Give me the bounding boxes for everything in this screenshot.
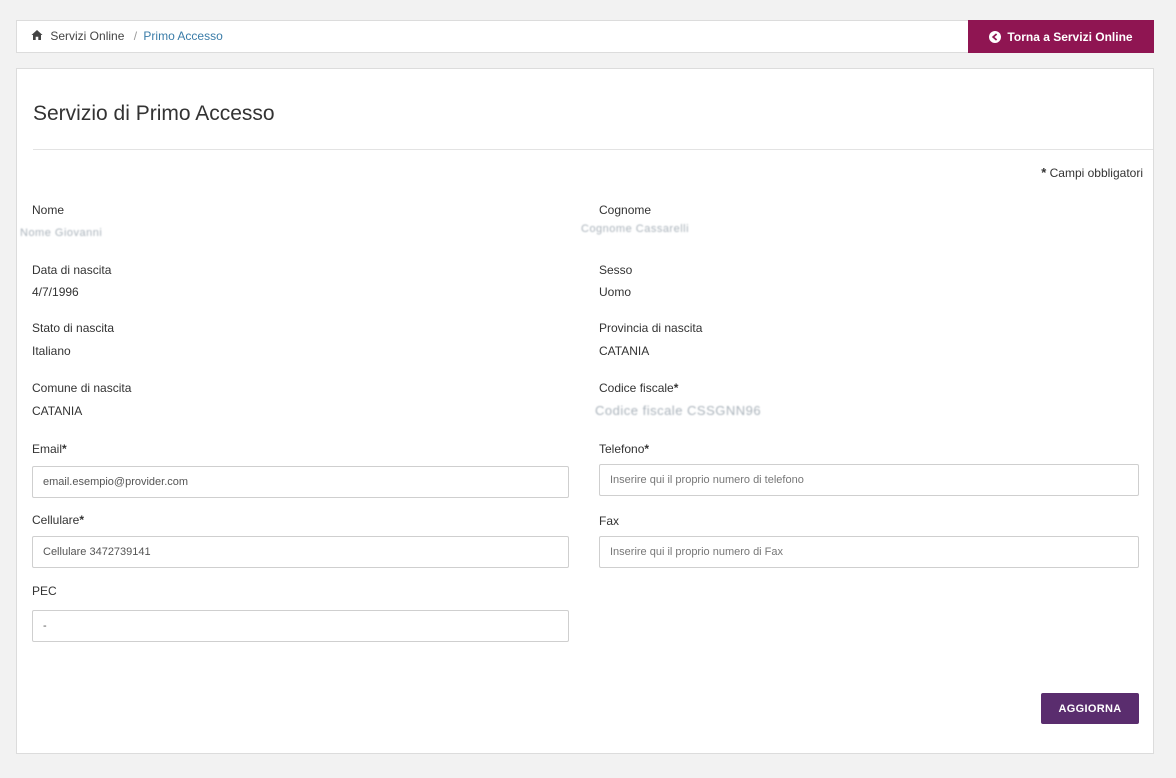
required-fields-note: * Campi obbligatori: [1041, 165, 1143, 180]
breadcrumb-home-link[interactable]: Servizi Online: [50, 29, 124, 43]
cellulare-label-text: Cellulare: [32, 513, 80, 527]
telefono-required-star: *: [644, 442, 650, 456]
telefono-label: Telefono*: [599, 442, 649, 456]
stato-nascita-value: Italiano: [32, 344, 71, 358]
breadcrumb: Servizi Online / Primo Accesso: [31, 21, 223, 52]
data-nascita-value: 4/7/1996: [32, 285, 79, 299]
sesso-value: Uomo: [599, 285, 632, 299]
codice-fiscale-required-star: *: [673, 381, 679, 395]
pec-label: PEC: [32, 584, 57, 598]
title-divider: [33, 149, 1153, 150]
arrow-circle-left-icon: [989, 30, 1002, 43]
email-label-text: Email: [32, 442, 63, 456]
fax-field[interactable]: [599, 536, 1139, 568]
required-note-text: Campi obbligatori: [1049, 166, 1143, 180]
provincia-nascita-value: CATANIA: [599, 344, 650, 358]
codice-fiscale-label: Codice fiscale*: [599, 381, 678, 395]
comune-nascita-label: Comune di nascita: [32, 381, 132, 395]
cellulare-field[interactable]: [32, 536, 569, 568]
update-button[interactable]: AGGIORNA: [1041, 693, 1139, 724]
comune-nascita-value: CATANIA: [32, 404, 83, 418]
cognome-label: Cognome: [599, 203, 652, 217]
codice-fiscale-label-text: Codice fiscale: [599, 381, 674, 395]
breadcrumb-separator: /: [133, 29, 138, 43]
page-title: Servizio di Primo Accesso: [33, 102, 275, 125]
home-icon: [31, 30, 43, 40]
fax-label: Fax: [599, 514, 620, 528]
cellulare-required-star: *: [79, 513, 85, 527]
telefono-field[interactable]: [599, 464, 1139, 496]
provincia-nascita-label: Provincia di nascita: [599, 321, 703, 335]
telefono-label-text: Telefono: [599, 442, 645, 456]
email-label: Email*: [32, 442, 67, 456]
email-required-star: *: [62, 442, 67, 456]
main-panel: Servizio di Primo Accesso * Campi obblig…: [16, 68, 1154, 754]
nome-label: Nome: [32, 203, 65, 217]
data-nascita-label: Data di nascita: [32, 263, 112, 277]
nome-value: Nome Giovanni: [20, 227, 103, 239]
codice-fiscale-value: Codice fiscale CSSGNN96: [595, 403, 762, 418]
back-to-online-services-button[interactable]: Torna a Servizi Online: [968, 20, 1154, 53]
cognome-value: Cognome Cassarelli: [581, 223, 690, 235]
sesso-label: Sesso: [599, 263, 633, 277]
email-field[interactable]: [32, 466, 569, 498]
required-star: *: [1041, 165, 1047, 180]
stato-nascita-label: Stato di nascita: [32, 321, 115, 335]
pec-field[interactable]: [32, 610, 569, 642]
breadcrumb-current: Primo Accesso: [143, 29, 223, 43]
breadcrumb-bar: Servizi Online / Primo Accesso Torna a S…: [16, 20, 1154, 53]
cellulare-label: Cellulare*: [32, 513, 84, 527]
back-button-label: Torna a Servizi Online: [1007, 29, 1133, 44]
